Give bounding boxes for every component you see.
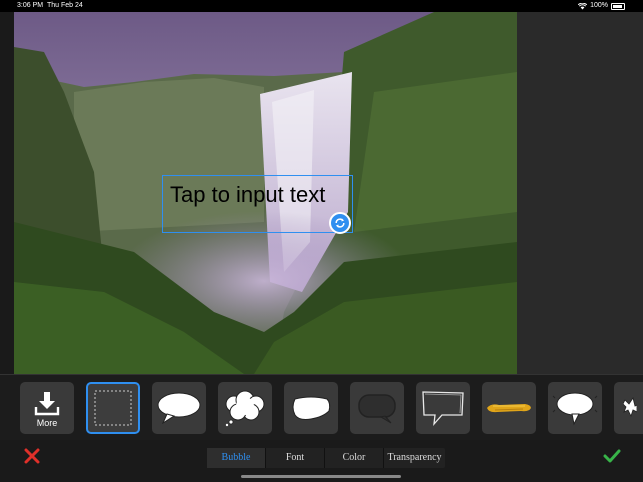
- tab-color[interactable]: Color: [324, 448, 383, 468]
- side-panel: [517, 12, 643, 374]
- more-label: More: [36, 418, 58, 428]
- status-right: 100%: [578, 0, 625, 12]
- bubble-option-dark[interactable]: [350, 382, 404, 434]
- cloud-bubble-icon: [225, 390, 265, 427]
- shout-bubble-icon: [292, 396, 331, 420]
- round-bubble-icon: [552, 392, 598, 426]
- home-indicator[interactable]: [241, 475, 401, 478]
- dark-bubble-icon: [358, 394, 396, 424]
- status-date: Thu Feb 24: [46, 2, 83, 9]
- status-time: 3:06 PM Thu Feb 24: [17, 0, 83, 12]
- status-time-text: 3:06 PM: [17, 2, 44, 9]
- bubble-option-oval[interactable]: [152, 382, 206, 434]
- battery-percent: 100%: [590, 2, 608, 9]
- tab-bar: Bubble Font Color Transparency: [207, 448, 445, 468]
- tab-font[interactable]: Font: [265, 448, 324, 468]
- tab-bubble[interactable]: Bubble: [207, 448, 265, 468]
- bubble-option-sketch[interactable]: [416, 382, 470, 434]
- more-bubbles-button[interactable]: More: [20, 382, 74, 434]
- rotate-handle[interactable]: [329, 212, 351, 234]
- bubble-option-burst[interactable]: [614, 382, 643, 434]
- bubble-option-cloud[interactable]: [218, 382, 272, 434]
- photo-canvas[interactable]: Tap to input text: [14, 12, 517, 374]
- burst-bubble-icon: [622, 397, 637, 418]
- bubble-option-shout[interactable]: [284, 382, 338, 434]
- bubble-option-round[interactable]: [548, 382, 602, 434]
- no-bubble-icon: [94, 390, 132, 426]
- text-input-box[interactable]: Tap to input text: [162, 175, 353, 233]
- sketch-bubble-icon: [422, 391, 464, 426]
- confirm-icon[interactable]: [603, 448, 621, 464]
- bubble-option-brush[interactable]: [482, 382, 536, 434]
- status-bar: 3:06 PM Thu Feb 24 100%: [0, 0, 643, 12]
- text-input-placeholder: Tap to input text: [170, 182, 326, 207]
- cancel-icon[interactable]: [24, 448, 40, 464]
- rotate-icon: [335, 218, 345, 228]
- brush-stroke-icon: [487, 404, 531, 413]
- tab-transparency[interactable]: Transparency: [383, 448, 445, 468]
- bubble-option-none[interactable]: [86, 382, 140, 434]
- oval-bubble-icon: [157, 392, 201, 425]
- bubble-tray: More: [0, 374, 643, 441]
- battery-icon: [611, 2, 625, 10]
- wifi-icon: [578, 2, 588, 9]
- download-icon: [34, 392, 60, 416]
